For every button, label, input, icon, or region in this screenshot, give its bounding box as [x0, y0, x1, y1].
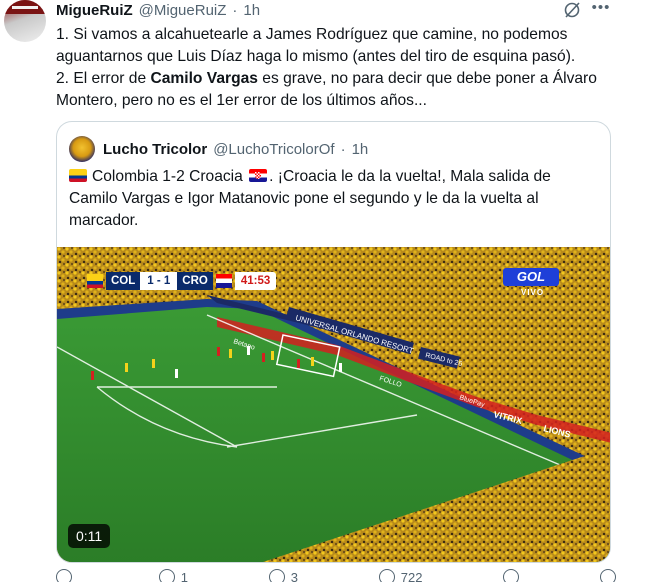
- bookmark-button[interactable]: [503, 569, 520, 582]
- repost-button[interactable]: 1: [158, 569, 188, 582]
- like-button[interactable]: 3: [268, 569, 298, 582]
- reply-button[interactable]: [56, 569, 78, 582]
- tweet-line-2-pre: 2. El error de: [56, 70, 151, 87]
- scoreboard-col-flag-icon: [87, 274, 103, 288]
- action-bar: 1 3 722: [56, 569, 616, 582]
- quoted-separator: ·: [340, 140, 346, 158]
- share-button[interactable]: [600, 569, 616, 582]
- tweet-header: MigueRuiZ @MigueRuiZ · 1h: [56, 0, 260, 20]
- scoreboard-cro-flag-icon: [215, 274, 232, 288]
- quoted-text-a: Colombia 1-2 Croacia: [92, 168, 248, 185]
- views-button[interactable]: 722: [378, 569, 423, 582]
- grok-icon[interactable]: [562, 0, 582, 20]
- quoted-text: Colombia 1-2 Croacia . ¡Croacia le da la…: [69, 166, 599, 232]
- views-count: 722: [400, 569, 423, 582]
- share-icon: [600, 569, 616, 582]
- views-icon: [378, 569, 395, 582]
- croatia-flag-icon: [249, 169, 268, 182]
- quoted-author-handle[interactable]: @LuchoTricolorOf: [213, 141, 334, 158]
- video-player[interactable]: UNIVERSAL ORLANDO RESORT Betano ROAD to …: [57, 247, 610, 562]
- tweet-line-2: 2. El error de Camilo Vargas es grave, n…: [56, 68, 631, 112]
- colombia-flag-icon: [69, 169, 87, 182]
- bookmark-icon: [503, 569, 520, 582]
- mention-camilo: Camilo Vargas: [150, 70, 258, 87]
- repost-count: 1: [180, 569, 188, 582]
- like-count: 3: [290, 569, 298, 582]
- quoted-tweet[interactable]: Lucho Tricolor @LuchoTricolorOf · 1h Col…: [56, 121, 611, 563]
- reply-icon: [56, 569, 72, 582]
- quoted-header: Lucho Tricolor @LuchoTricolorOf · 1h: [69, 136, 368, 162]
- tweet-line-1: 1. Si vamos a alcahuetearle a James Rodr…: [56, 26, 576, 65]
- tweet[interactable]: MigueRuiZ @MigueRuiZ · 1h ••• 1. Si vamo…: [0, 0, 650, 582]
- quoted-author-name[interactable]: Lucho Tricolor: [103, 141, 207, 158]
- scoreboard-away: CRO: [177, 272, 213, 290]
- repost-icon: [158, 569, 175, 582]
- separator: ·: [232, 1, 238, 19]
- broadcaster-live: VIVO: [521, 288, 545, 297]
- broadcaster-logo: GOL: [503, 268, 559, 286]
- scoreboard-home: COL: [106, 272, 141, 290]
- tweet-text: 1. Si vamos a alcahuetearle a James Rodr…: [56, 24, 631, 112]
- avatar-mark: [12, 6, 38, 9]
- author-handle[interactable]: @MigueRuiZ: [139, 2, 227, 19]
- scoreboard-clock: 41:53: [234, 272, 277, 290]
- scoreboard-score: 1 - 1: [140, 272, 178, 290]
- avatar[interactable]: [4, 0, 46, 42]
- quoted-timestamp[interactable]: 1h: [352, 141, 369, 158]
- like-icon: [268, 569, 285, 582]
- quoted-avatar[interactable]: [69, 136, 95, 162]
- author-name[interactable]: MigueRuiZ: [56, 2, 133, 19]
- timestamp[interactable]: 1h: [243, 2, 260, 19]
- more-icon[interactable]: •••: [590, 0, 612, 20]
- scoreboard: COL 1 - 1 CRO 41:53: [87, 271, 277, 291]
- video-duration: 0:11: [68, 524, 111, 548]
